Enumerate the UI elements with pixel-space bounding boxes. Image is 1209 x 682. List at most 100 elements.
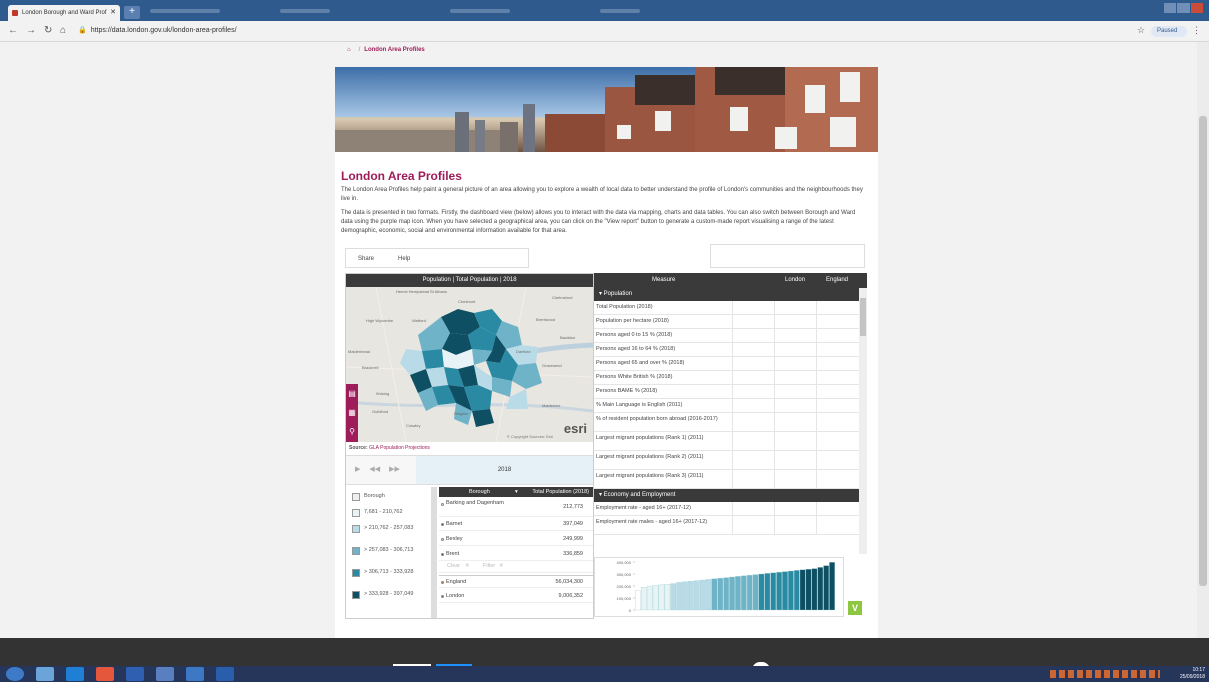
measure-row[interactable]: Largest migrant populations (Rank 3) (20… [594,470,859,489]
measure-row[interactable]: % Main Language is English (2011) [594,399,859,413]
table-row[interactable]: Brent 336,859 [439,549,593,561]
share-button[interactable]: Share [358,249,374,269]
measure-row[interactable]: Employment rate - aged 16+ (2017-12) [594,502,859,516]
breadcrumb-current[interactable]: London Area Profiles [364,47,424,53]
maximize-button[interactable] [1177,3,1190,13]
new-tab-button[interactable]: + [124,6,140,19]
map-location-icon[interactable]: ⚲ [346,422,358,441]
back-arrow-icon[interactable]: ← [8,25,18,36]
favicon-icon [12,10,18,16]
blurred-tab[interactable] [150,9,220,13]
table-row[interactable]: Barking and Dagenham 212,773 [439,499,593,517]
chart-bar [641,587,647,611]
taskbar: 10:17 25/09/2018 [0,666,1209,682]
map-place-label: Hemel Hempstead [396,289,429,294]
filter-button[interactable]: Filter [483,563,495,569]
chart-bar [693,580,700,611]
measure-label: Largest migrant populations (Rank 1) (20… [596,435,704,441]
forward-icon[interactable]: ▶▶ [389,466,400,473]
measure-row[interactable]: Population per hectare (2018) [594,315,859,329]
map-layers-icon[interactable]: ▤ [346,384,358,403]
map-place-label: Guildford [372,409,388,414]
measures-panel: Measure London England ▾ Population Total… [594,273,867,619]
clock[interactable]: 10:17 25/09/2018 [1180,667,1205,681]
map-place-label: Woking [376,391,389,396]
table-row[interactable]: Bexley 249,999 [439,534,593,546]
close-window-button[interactable] [1190,3,1203,13]
browser-window: London Borough and Ward Prof ✕ + ← → ↻ ⌂… [0,0,1209,682]
browser-tab[interactable]: London Borough and Ward Prof ✕ [8,5,120,21]
page-scrollbar[interactable] [1197,42,1209,638]
section-header[interactable]: ▾ Economy and Employment [594,489,859,502]
map-place-label: Maidstone [542,403,561,408]
measure-row[interactable]: % of resident population born abroad (20… [594,413,859,432]
year-selector[interactable]: 2018 [416,456,593,484]
blurred-tab[interactable] [450,9,510,13]
play-icon[interactable]: ▶ [355,466,360,473]
scrollbar-thumb[interactable] [860,298,866,336]
checkbox-icon[interactable] [352,493,360,501]
chart-bar [829,562,835,611]
explorer-icon[interactable] [36,667,54,681]
home-crumb-icon[interactable]: ⌂ [347,47,351,53]
blurred-tab[interactable] [600,9,640,13]
chart-bar [723,577,729,611]
chrome-icon[interactable] [96,667,114,681]
help-button[interactable]: Help [398,249,410,269]
outlook-icon[interactable] [186,667,204,681]
choropleth-map[interactable]: Hemel Hempstead St Albans Cheshunt Chelm… [346,287,593,442]
area-search-input[interactable] [710,244,865,268]
chart-bar [699,579,706,611]
filter-x-icon[interactable]: ✕ [499,563,504,569]
url-field[interactable]: 🔒 https://data.london.gov.uk/london-area-… [78,24,1140,38]
page-viewport: ⌂ / London Area Profiles London Area Pro… [0,42,1209,638]
rewind-icon[interactable]: ◀◀ [369,466,380,473]
app-icon[interactable] [126,667,144,681]
table-row[interactable]: Barnet 397,049 [439,519,593,531]
map-place-label: Dartford [516,349,530,354]
page-scrollbar-thumb[interactable] [1199,116,1207,586]
measure-row[interactable]: Largest migrant populations (Rank 2) (20… [594,451,859,470]
measure-row[interactable]: Employment rate males - aged 16+ (2017-1… [594,516,859,535]
map-toggle-icon[interactable]: ▦ [346,403,358,422]
clear-button[interactable]: Clear [447,563,460,569]
legend-title[interactable]: Borough [352,493,385,501]
description-text: The data is presented in two formats. Fi… [341,210,856,234]
profile-button[interactable]: Paused [1151,26,1187,37]
ie-icon[interactable] [66,667,84,681]
measure-row[interactable]: Persons aged 65 and over % (2018) [594,357,859,371]
chart-bar [635,590,641,611]
measure-row[interactable]: Total Population (2018) [594,301,859,315]
word-icon[interactable] [216,667,234,681]
app-icon[interactable] [156,667,174,681]
source-link[interactable]: GLA Population Projections [369,445,430,451]
measure-label: Largest migrant populations (Rank 3) (20… [596,473,704,479]
start-button[interactable] [6,667,24,681]
legend-scrollbar[interactable] [431,487,437,618]
close-tab-icon[interactable]: ✕ [110,5,116,21]
forward-arrow-icon[interactable]: → [26,25,36,36]
map-legend: Borough 7,681 - 210,762 > 210,762 - 257,… [346,487,431,618]
measure-row[interactable]: Persons aged 0 to 15 % (2018) [594,329,859,343]
time-slider: ▶ ◀◀ ▶▶ 2018 [346,455,593,485]
chart-bar [788,570,794,611]
section-header[interactable]: ▾ Population [594,288,859,301]
measure-row[interactable]: Largest migrant populations (Rank 1) (20… [594,432,859,451]
legend-item: > 210,762 - 257,083 [352,525,424,533]
legend-swatch [352,525,360,533]
home-icon[interactable]: ⌂ [60,25,66,36]
tray-icons[interactable] [1050,670,1160,678]
measure-label: Persons White British % (2018) [596,374,673,380]
summary-row[interactable]: London 9,006,352 [439,590,593,603]
reload-icon[interactable]: ↻ [44,25,52,36]
measures-scrollbar[interactable] [859,288,867,554]
minimize-button[interactable] [1164,3,1177,13]
bookmark-star-icon[interactable]: ☆ [1137,25,1145,36]
summary-row[interactable]: England 56,034,300 [439,575,593,588]
measure-row[interactable]: Persons aged 16 to 64 % (2018) [594,343,859,357]
blurred-tab[interactable] [280,9,330,13]
menu-kebab-icon[interactable]: ⋮ [1192,25,1201,36]
measure-row[interactable]: Persons White British % (2018) [594,371,859,385]
clear-x-icon[interactable]: ✕ [465,563,470,569]
measure-row[interactable]: Persons BAME % (2018) [594,385,859,399]
